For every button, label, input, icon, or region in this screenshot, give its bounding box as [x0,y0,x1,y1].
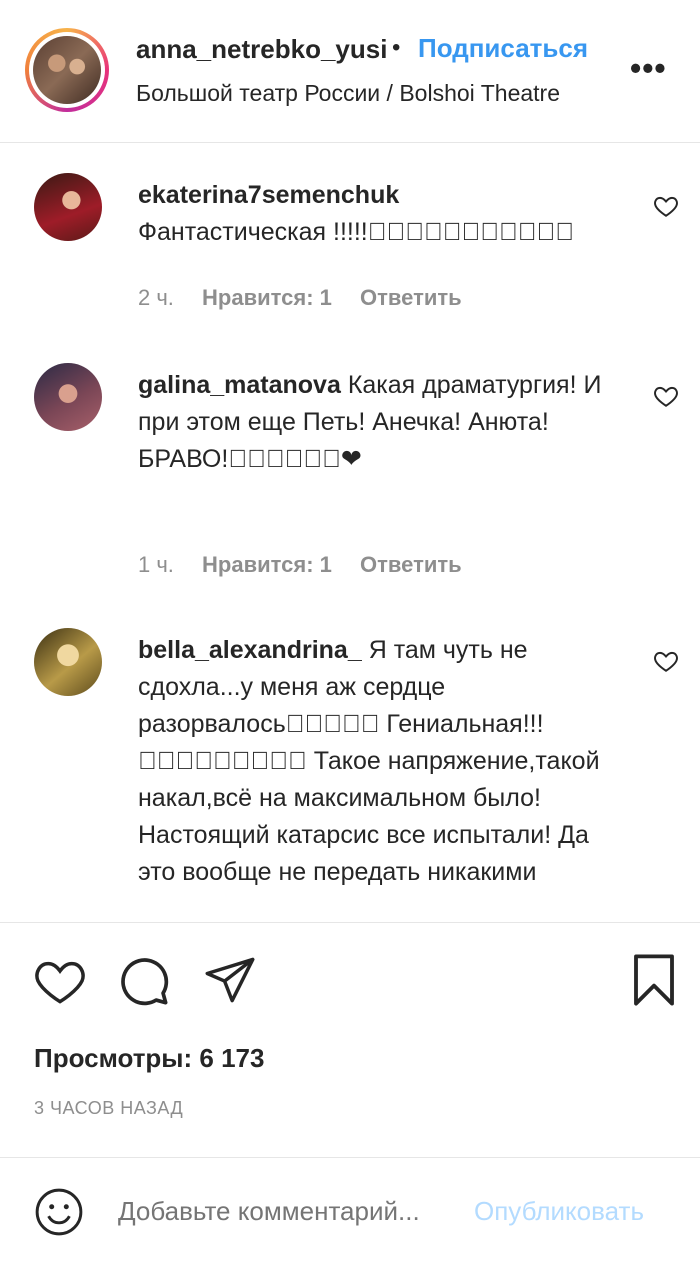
avatar-photo [33,36,101,104]
comment-text: Я там чуть не сдохла...у меня аж сердце … [138,636,600,886]
emoji-icon[interactable] [34,1187,84,1237]
commenter-avatar[interactable] [34,628,102,696]
comment-meta: 2 ч. Нравится: 1 Ответить [138,285,484,311]
commenter-avatar[interactable] [34,173,102,241]
comment-like-icon[interactable] [653,383,679,409]
comment-like-icon[interactable] [653,193,679,219]
post-time[interactable]: 3 ЧАСОВ НАЗАД [34,1098,183,1119]
comments-list[interactable]: ekaterina7semenchuk Фантастическая !!!!!… [0,143,700,921]
publish-button[interactable]: Опубликовать [474,1196,644,1227]
bookmark-icon[interactable] [630,953,678,1007]
separator-dot: • [392,34,401,61]
comment-input[interactable] [118,1196,468,1227]
comment-time: 2 ч. [138,285,174,310]
reply-button[interactable]: Ответить [360,552,462,577]
comment-meta: 1 ч. Нравится: 1 Ответить [138,552,484,578]
comment-username[interactable]: bella_alexandrina_ [138,636,362,664]
commenter-avatar[interactable] [34,363,102,431]
heart-icon[interactable] [34,957,86,1005]
comment-username[interactable]: ekaterina7semenchuk [138,177,608,214]
follow-button[interactable]: Подписаться [418,33,588,64]
views-count[interactable]: Просмотры: 6 173 [34,1043,264,1074]
comment-body: ekaterina7semenchuk Фантастическая !!!!!… [138,177,608,251]
comment-username[interactable]: galina_matanova [138,371,341,399]
comment-icon[interactable] [118,955,170,1007]
comment-likes[interactable]: Нравится: 1 [202,285,332,310]
author-avatar[interactable] [25,28,109,112]
comment-likes[interactable]: Нравится: 1 [202,552,332,577]
share-icon[interactable] [204,956,256,1004]
author-username[interactable]: anna_netrebko_yusifeyeva [136,34,386,65]
comment-like-icon[interactable] [653,648,679,674]
comment-body: bella_alexandrina_ Я там чуть не сдохла.… [138,632,608,891]
comment-body: galina_matanova Какая драматургия! И при… [138,367,608,478]
avatar-border [29,32,105,108]
more-options-icon[interactable]: ••• [630,52,667,84]
post-header: anna_netrebko_yusifeyeva • Подписаться Б… [0,0,700,143]
post-location[interactable]: Большой театр России / Bolshoi Theatre [136,80,598,107]
comment-text: Фантастическая !!!!!􏿾􏿾􏿾􏿾􏿾􏿾􏿾􏿾􏿾􏿾􏿾 [138,218,574,246]
comment-time: 1 ч. [138,552,174,577]
reply-button[interactable]: Ответить [360,285,462,310]
